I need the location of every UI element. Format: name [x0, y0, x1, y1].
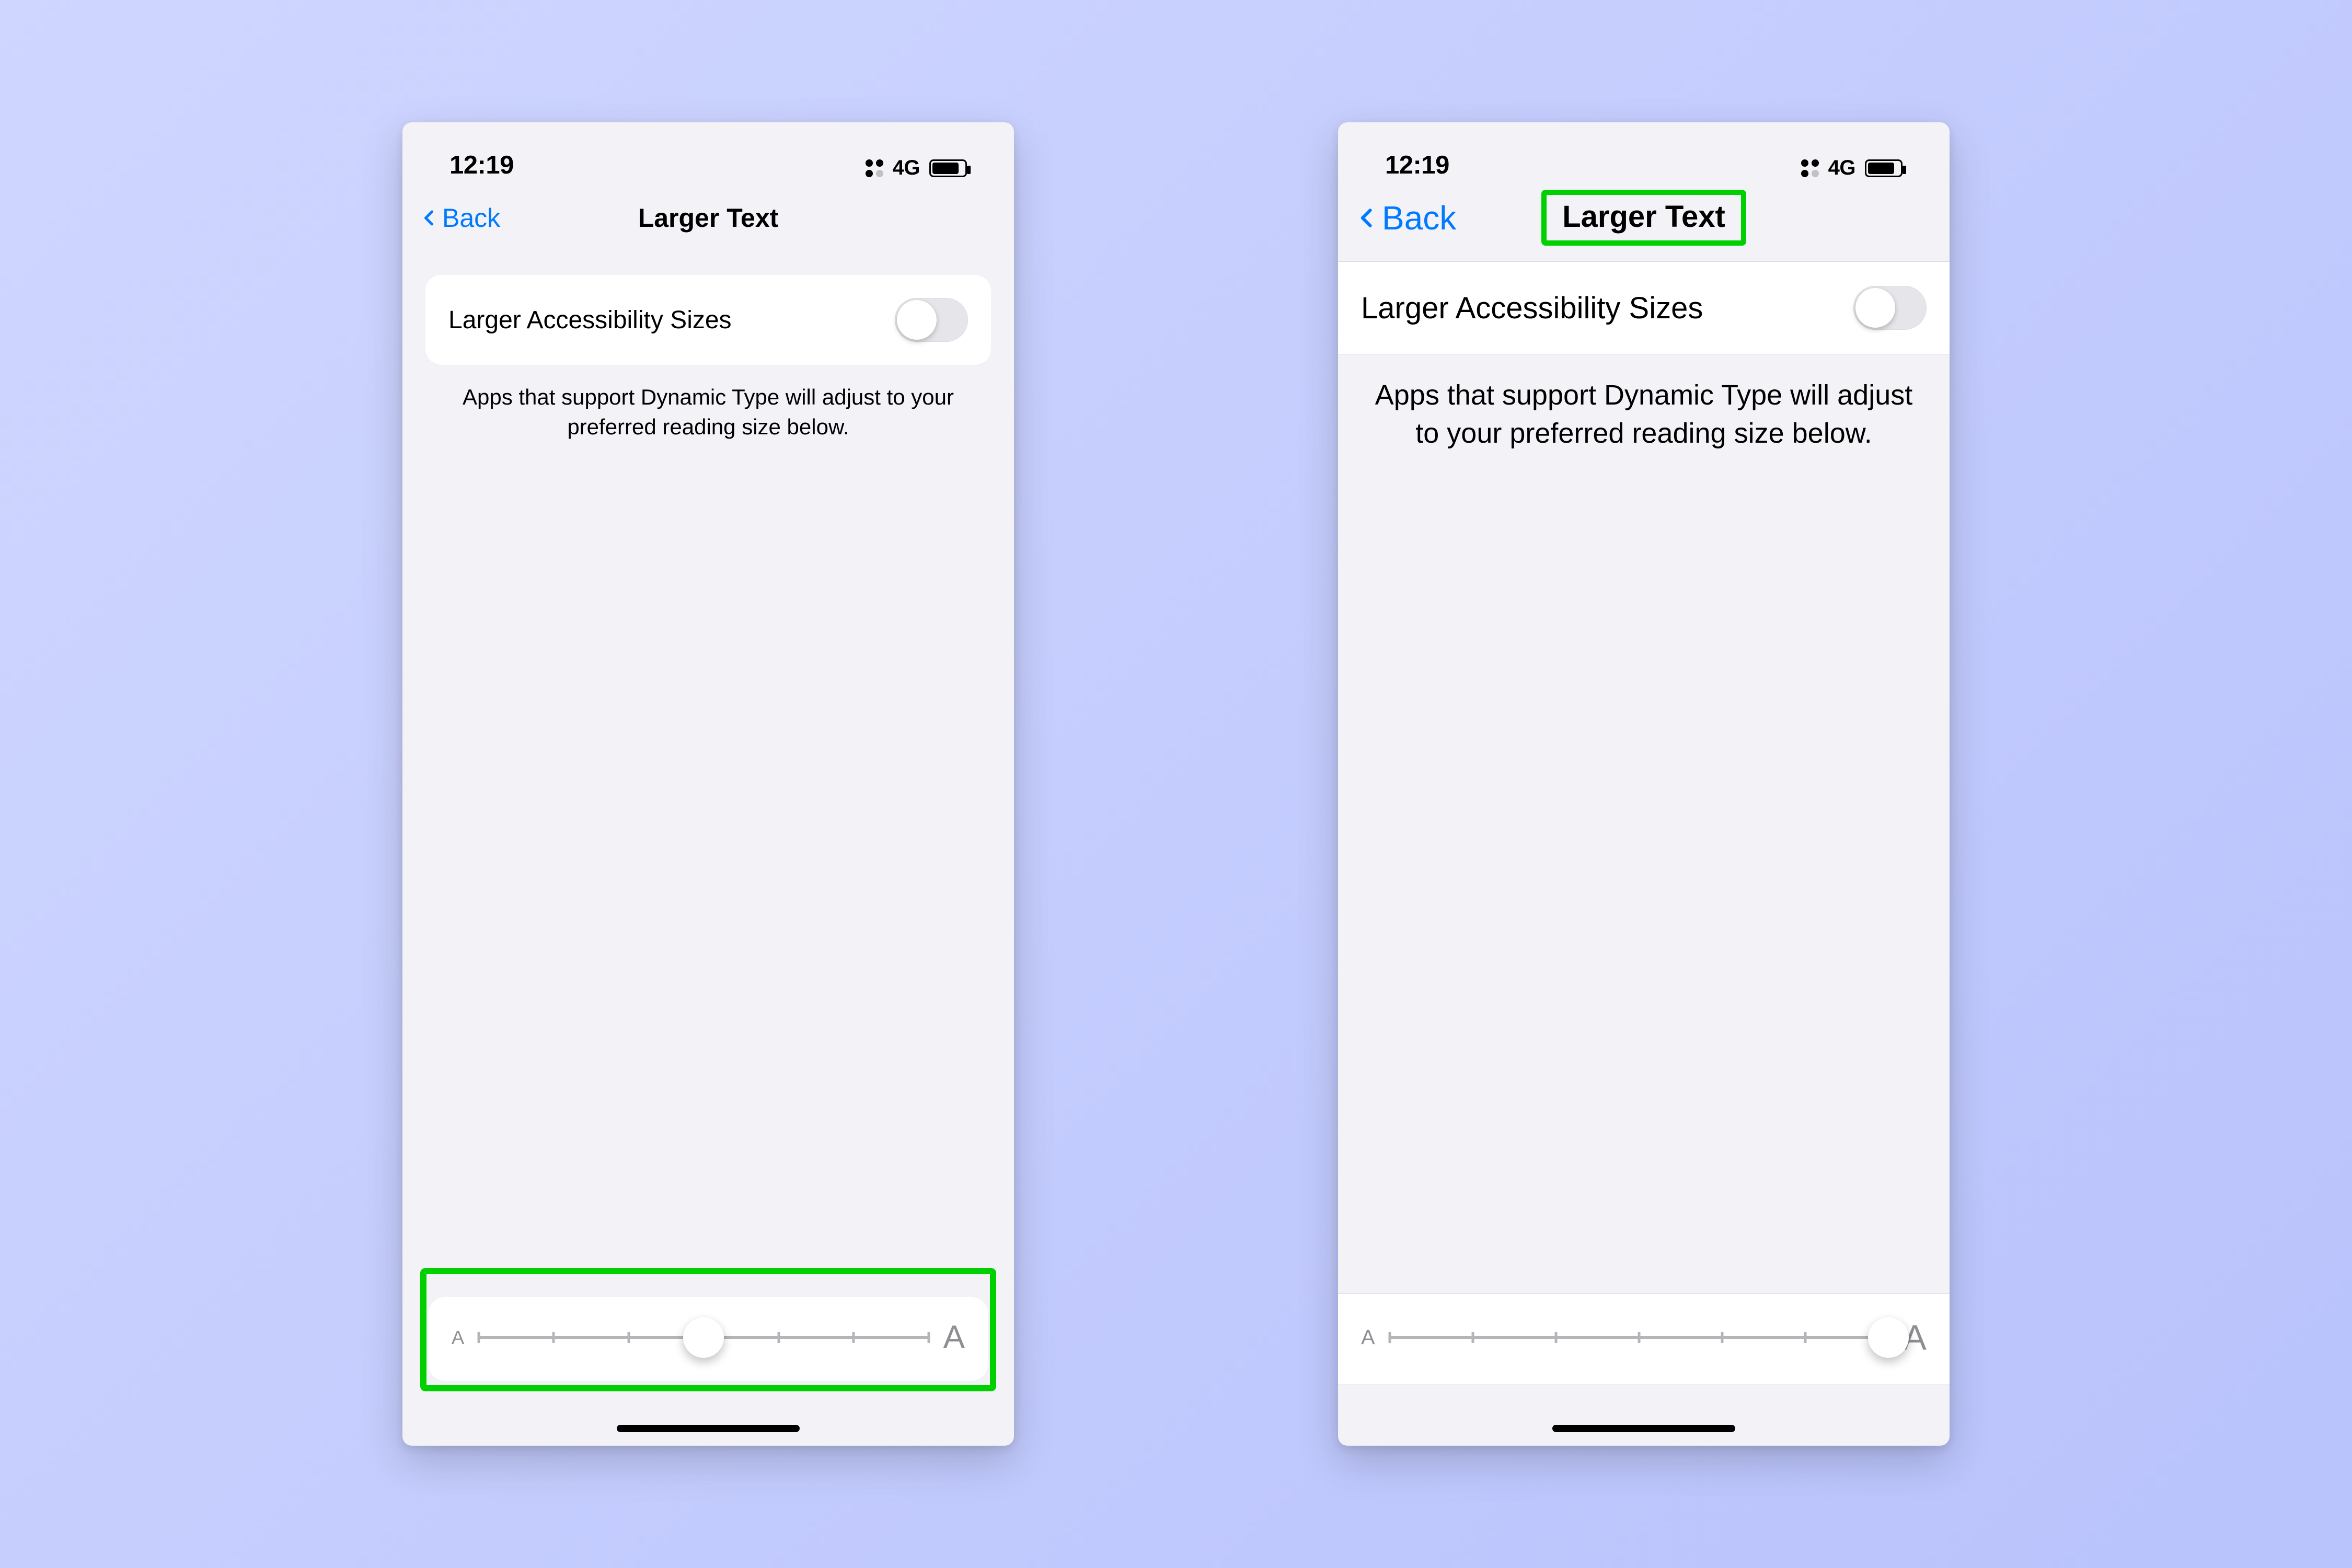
accessibility-sizes-toggle[interactable] — [1853, 286, 1927, 330]
page-title: Larger Text — [638, 203, 779, 233]
phone-screenshot-larger: 12:19 4G Back Larger Text La — [1338, 122, 1950, 1446]
signal-icon — [1801, 159, 1819, 177]
status-bar: 12:19 4G — [1338, 122, 1950, 185]
text-size-max-icon: A — [943, 1321, 965, 1354]
status-network: 4G — [1828, 156, 1855, 180]
text-size-slider[interactable] — [1390, 1336, 1888, 1339]
nav-bar: Back Larger Text — [402, 185, 1014, 250]
status-network: 4G — [893, 156, 920, 180]
status-time: 12:19 — [1385, 151, 1449, 180]
text-size-slider-card: A A — [429, 1297, 988, 1381]
signal-icon — [866, 159, 883, 177]
text-size-min-icon: A — [1361, 1327, 1375, 1348]
phone-screenshot-default: 12:19 4G Back Larger Text La — [402, 122, 1014, 1446]
slider-thumb[interactable] — [683, 1317, 724, 1358]
accessibility-sizes-row: Larger Accessibility Sizes — [1338, 261, 1950, 354]
slider-thumb[interactable] — [1868, 1317, 1909, 1358]
nav-bar: Back Larger Text — [1338, 185, 1950, 250]
status-bar: 12:19 4G — [402, 122, 1014, 185]
accessibility-sizes-toggle[interactable] — [895, 298, 968, 342]
toggle-label: Larger Accessibility Sizes — [1361, 291, 1703, 326]
chevron-left-icon — [1356, 206, 1379, 229]
text-size-min-icon: A — [452, 1328, 464, 1347]
back-label: Back — [1382, 199, 1456, 237]
back-label: Back — [442, 203, 500, 233]
battery-icon — [929, 159, 967, 177]
page-title-highlighted: Larger Text — [1541, 190, 1746, 246]
toggle-label: Larger Accessibility Sizes — [448, 306, 732, 335]
slider-ticks — [1390, 1336, 1888, 1339]
back-button[interactable]: Back — [1356, 199, 1456, 237]
status-time: 12:19 — [449, 151, 514, 180]
chevron-left-icon — [420, 209, 439, 227]
battery-icon — [1865, 159, 1903, 177]
home-indicator[interactable] — [1552, 1425, 1735, 1432]
back-button[interactable]: Back — [420, 203, 500, 233]
home-indicator[interactable] — [617, 1425, 800, 1432]
text-size-slider-card: A A — [1338, 1293, 1950, 1385]
accessibility-sizes-row: Larger Accessibility Sizes — [425, 275, 991, 365]
description-text: Apps that support Dynamic Type will adju… — [1338, 354, 1950, 453]
description-text: Apps that support Dynamic Type will adju… — [402, 365, 1014, 442]
text-size-slider[interactable] — [479, 1336, 929, 1339]
